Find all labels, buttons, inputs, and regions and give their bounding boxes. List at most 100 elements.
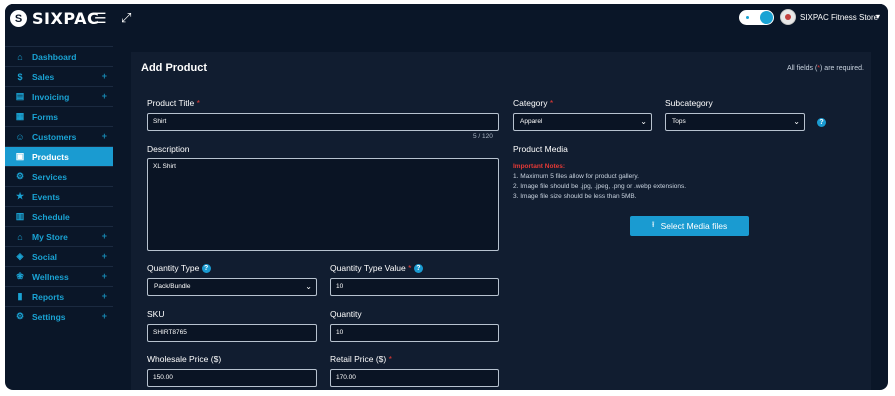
chevron-down-icon[interactable]: ▾: [876, 12, 880, 21]
sidebar-item-label: Wellness: [32, 271, 69, 282]
expand-plus-icon[interactable]: +: [102, 71, 107, 81]
theme-toggle[interactable]: [739, 10, 774, 25]
subcategory-label: Subcategory: [665, 98, 713, 108]
dollar-icon: $: [17, 71, 23, 82]
sidebar-item-label: Customers: [32, 131, 77, 142]
services-icon: ⚙: [15, 171, 25, 181]
sidebar-item-label: Services: [32, 171, 67, 182]
select-media-button[interactable]: ⭱ Select Media files: [630, 216, 749, 236]
page-title: Add Product: [141, 62, 207, 74]
sidebar-item-label: Sales: [32, 71, 55, 82]
retail-price-input[interactable]: 170.00: [330, 369, 499, 387]
sidebar-item-label: Dashboard: [32, 51, 77, 62]
expand-plus-icon[interactable]: +: [102, 271, 107, 281]
expand-plus-icon[interactable]: +: [102, 251, 107, 261]
chevron-down-icon: ⌄: [640, 117, 647, 126]
description-textarea[interactable]: XL Shirt: [147, 158, 499, 251]
avatar[interactable]: [780, 9, 796, 25]
calendar-icon: ▥: [15, 211, 25, 221]
sidebar-item-label: My Store: [32, 231, 68, 242]
media-notes: Important Notes: 1. Maximum 5 files allo…: [513, 162, 686, 202]
settings-icon: ⚙: [15, 311, 25, 321]
sidebar-item-schedule[interactable]: ▥ Schedule: [5, 206, 113, 226]
sku-input[interactable]: SHIRT8765: [147, 324, 317, 342]
app-window: S SIXPAC ☰ ⤢ SIXPAC Fitness Store ▾ ⌂ Das…: [5, 4, 888, 390]
events-icon: ★: [15, 191, 25, 201]
moon-icon: [760, 11, 773, 24]
sidebar-item-forms[interactable]: ▦ Forms: [5, 106, 113, 126]
wellness-icon: ❀: [16, 271, 24, 281]
sidebar-item-label: Events: [32, 191, 60, 202]
expand-plus-icon[interactable]: +: [102, 131, 107, 141]
logo-text: SIXPAC: [32, 9, 100, 28]
media-note: 3. Image file size should be less than 5…: [513, 193, 637, 200]
required-note: All fields (*) are required.: [786, 65, 864, 72]
sidebar-item-label: Products: [32, 151, 69, 162]
sidebar: ⌂ Dashboard $ Sales + ▤ Invoicing + ▦ Forms ☺ Custo…: [5, 46, 113, 326]
quantity-label: Quantity: [330, 309, 362, 319]
sidebar-item-label: Settings: [32, 311, 66, 322]
product-title-counter: 5 / 120: [473, 133, 493, 140]
sidebar-item-social[interactable]: ◈ Social +: [5, 246, 113, 266]
expand-icon[interactable]: ⤢: [121, 11, 131, 25]
help-icon[interactable]: ?: [817, 118, 826, 127]
add-product-card: Add Product All fields (*) are required.…: [131, 52, 871, 390]
subcategory-select[interactable]: Tops ⌄: [665, 113, 805, 131]
quantity-type-value-input[interactable]: 10: [330, 278, 499, 296]
expand-plus-icon[interactable]: +: [102, 291, 107, 301]
sidebar-item-customers[interactable]: ☺ Customers +: [5, 126, 113, 146]
help-icon[interactable]: ?: [413, 264, 423, 274]
social-icon: ◈: [16, 251, 24, 261]
box-icon: ▣: [15, 151, 25, 161]
sku-label: SKU: [147, 309, 165, 319]
sidebar-item-settings[interactable]: ⚙ Settings +: [5, 306, 113, 326]
upload-icon: ⭱: [651, 220, 655, 229]
customers-icon: ☺: [15, 131, 25, 142]
sidebar-item-wellness[interactable]: ❀ Wellness +: [5, 266, 113, 286]
sidebar-item-invoicing[interactable]: ▤ Invoicing +: [5, 86, 113, 106]
expand-plus-icon[interactable]: +: [102, 91, 107, 101]
store-name[interactable]: SIXPAC Fitness Store: [800, 13, 878, 22]
quantity-type-label: Quantity Type ?: [147, 263, 211, 274]
sidebar-item-reports[interactable]: ▮ Reports +: [5, 286, 113, 306]
sidebar-item-label: Reports: [32, 291, 65, 302]
home-icon: ⌂: [17, 51, 23, 62]
media-note: 2. Image file should be .jpg, .jpeg, .pn…: [513, 183, 687, 190]
invoice-icon: ▤: [15, 91, 25, 101]
sidebar-item-sales[interactable]: $ Sales +: [5, 66, 113, 86]
forms-icon: ▦: [15, 111, 25, 121]
sidebar-item-services[interactable]: ⚙ Services: [5, 166, 113, 186]
category-select[interactable]: Apparel ⌄: [513, 113, 652, 131]
important-notes-title: Important Notes:: [513, 163, 565, 170]
sidebar-item-events[interactable]: ★ Events: [5, 186, 113, 206]
chevron-down-icon: ⌄: [305, 282, 312, 291]
toggle-dot-icon: [746, 16, 749, 19]
product-title-label: Product Title *: [147, 98, 200, 108]
media-note: 1. Maximum 5 files allow for product gal…: [513, 173, 639, 180]
sidebar-item-dashboard[interactable]: ⌂ Dashboard: [5, 46, 113, 66]
hamburger-icon[interactable]: ☰: [94, 11, 107, 25]
reports-icon: ▮: [17, 291, 23, 301]
sidebar-item-products[interactable]: ▣ Products: [5, 146, 113, 166]
quantity-input[interactable]: 10: [330, 324, 499, 342]
sidebar-item-label: Social: [32, 251, 58, 262]
expand-plus-icon[interactable]: +: [102, 311, 107, 321]
help-icon[interactable]: ?: [201, 264, 211, 274]
sidebar-item-label: Schedule: [32, 211, 70, 222]
top-bar: S SIXPAC ☰ ⤢ SIXPAC Fitness Store ▾: [5, 4, 888, 34]
sidebar-item-label: Invoicing: [32, 91, 70, 102]
product-title-input[interactable]: Shirt: [147, 113, 499, 131]
chevron-down-icon: ⌄: [793, 117, 800, 126]
logo-icon: S: [10, 10, 27, 27]
wholesale-price-input[interactable]: 150.00: [147, 369, 317, 387]
category-label: Category *: [513, 98, 554, 108]
store-icon: ⌂: [17, 231, 23, 242]
logo[interactable]: S SIXPAC: [10, 9, 99, 28]
product-media-label: Product Media: [513, 144, 568, 154]
expand-plus-icon[interactable]: +: [102, 231, 107, 241]
retail-price-label: Retail Price ($) *: [330, 354, 392, 364]
description-label: Description: [147, 144, 190, 154]
sidebar-item-label: Forms: [32, 111, 58, 122]
sidebar-item-my-store[interactable]: ⌂ My Store +: [5, 226, 113, 246]
quantity-type-select[interactable]: Pack/Bundle ⌄: [147, 278, 317, 296]
